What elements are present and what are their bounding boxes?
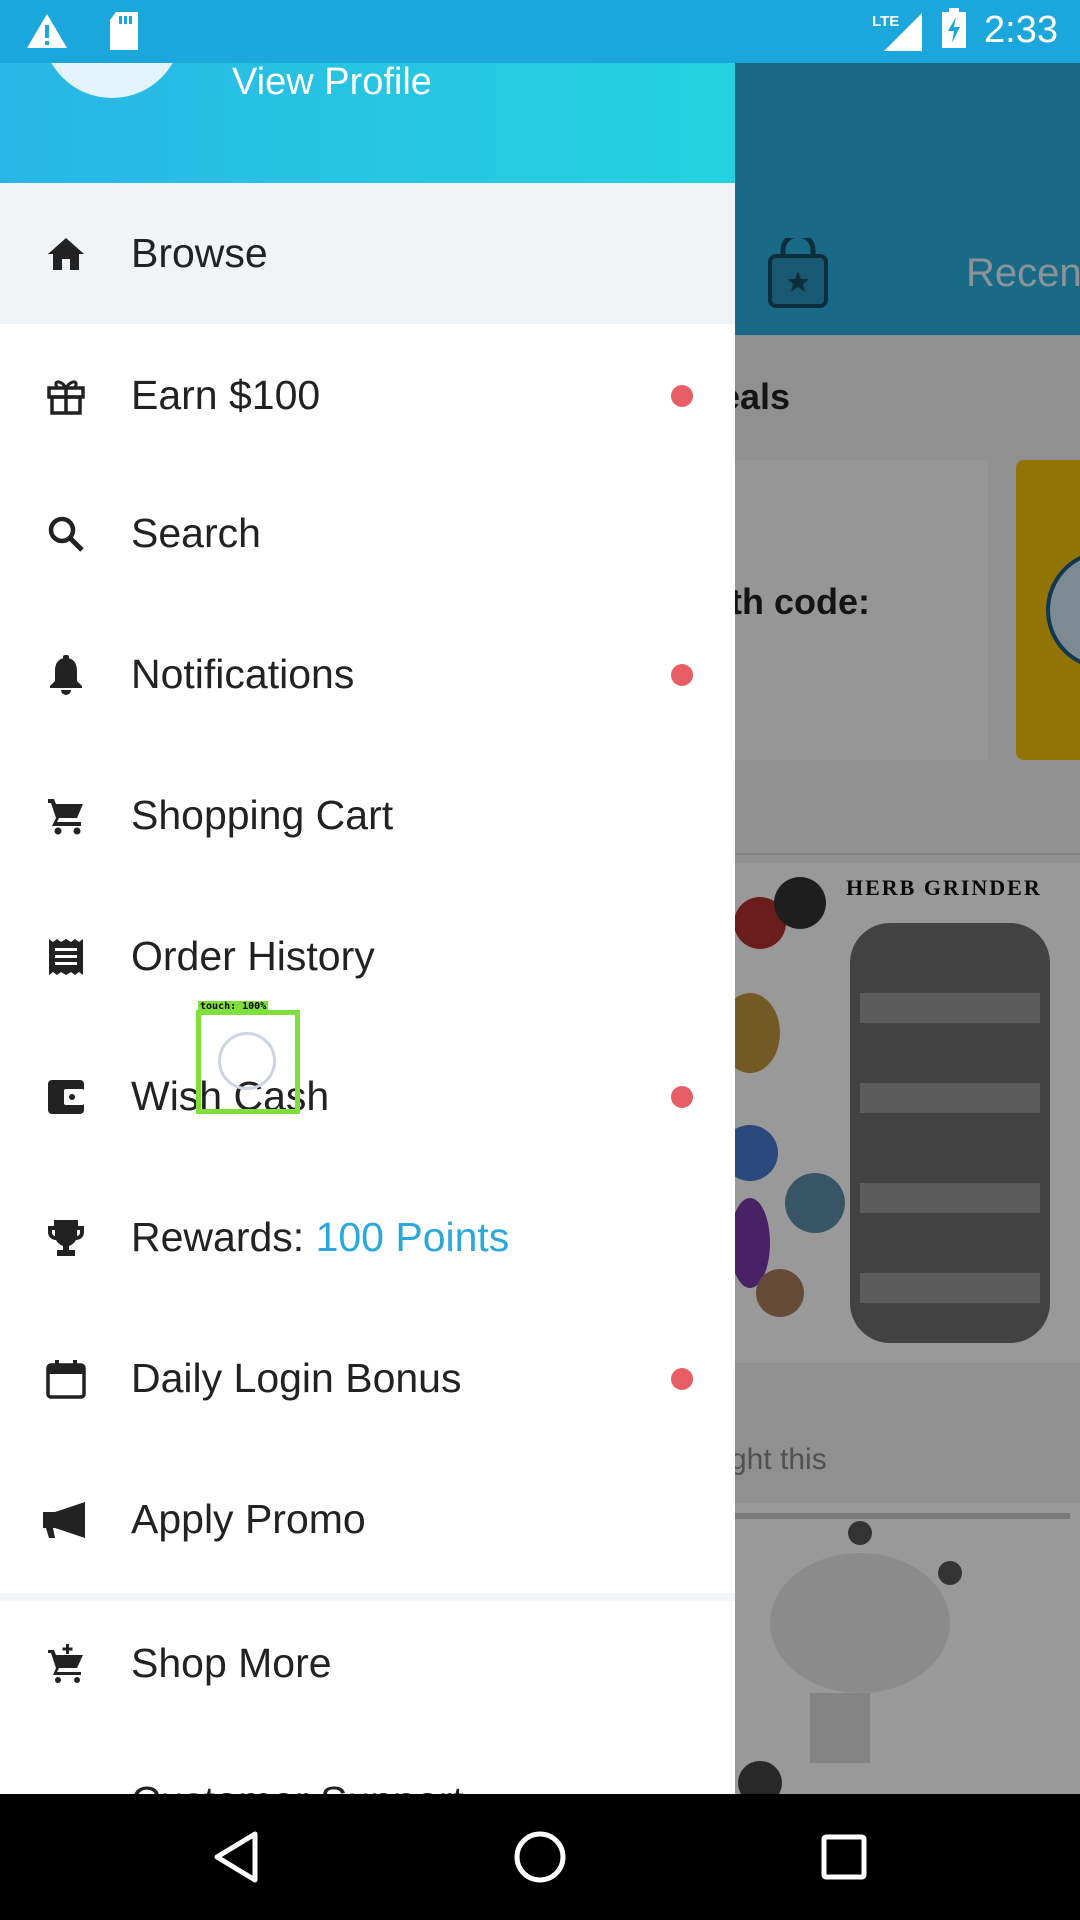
trophy-icon (44, 1216, 88, 1260)
menu-item-label: Notifications (131, 651, 355, 697)
menu-item-wish-cash[interactable]: Wish Cash (0, 1026, 735, 1167)
menu-item-apply-promo[interactable]: Apply Promo (0, 1449, 735, 1590)
menu-item-customer-support-partial[interactable]: Customer Support (131, 1778, 464, 1794)
search-icon (44, 512, 88, 556)
status-bar: LTE 2:33 (0, 0, 1080, 63)
navigation-drawer: View Profile Browse Earn $100 Search Not… (0, 63, 735, 1794)
menu-item-earn[interactable]: Earn $100 (0, 325, 735, 466)
avatar[interactable] (42, 63, 182, 98)
add-cart-icon (44, 1642, 88, 1686)
status-bar-left (26, 12, 140, 55)
rewards-label: Rewards: (131, 1214, 316, 1260)
menu-item-label: Browse (131, 230, 268, 276)
menu-item-label: Shopping Cart (131, 792, 394, 838)
drawer-header: View Profile (0, 63, 735, 183)
menu-item-search[interactable]: Search (0, 463, 735, 604)
menu-item-label: Shop More (131, 1640, 332, 1686)
menu-item-notifications[interactable]: Notifications (0, 604, 735, 745)
notification-badge (671, 1085, 693, 1108)
menu-item-label: Earn $100 (131, 372, 321, 418)
signal-icon: LTE (872, 11, 924, 51)
warning-icon (26, 13, 68, 54)
status-bar-right: LTE 2:33 (872, 8, 1058, 53)
touch-indicator-circle (218, 1032, 276, 1090)
rewards-points: 100 Points (315, 1214, 510, 1260)
notification-badge (671, 1367, 693, 1390)
battery-charging-icon (942, 8, 967, 53)
menu-item-label: Order History (131, 933, 375, 979)
wallet-icon (44, 1075, 88, 1119)
system-navigation-bar (0, 1794, 1080, 1920)
receipt-icon (44, 935, 88, 979)
view-profile-link[interactable]: View Profile (232, 63, 432, 101)
cart-icon (44, 794, 88, 838)
notification-badge (671, 663, 693, 686)
home-icon (44, 232, 88, 276)
recents-icon[interactable] (811, 1824, 877, 1890)
bell-icon (44, 653, 88, 697)
menu-item-daily-login-bonus[interactable]: Daily Login Bonus (0, 1308, 735, 1449)
calendar-icon (44, 1357, 88, 1401)
menu-item-label: Rewards: 100 Points (131, 1214, 509, 1261)
menu-item-label: Apply Promo (131, 1496, 366, 1542)
menu-item-shop-more[interactable]: Shop More (0, 1593, 735, 1734)
home-circle-icon[interactable] (507, 1824, 573, 1890)
menu-item-label: Daily Login Bonus (131, 1355, 462, 1401)
gift-icon (44, 374, 88, 418)
menu-item-rewards[interactable]: Rewards: 100 Points (0, 1167, 735, 1308)
menu-item-browse[interactable]: Browse (0, 183, 735, 324)
menu-item-shopping-cart[interactable]: Shopping Cart (0, 745, 735, 886)
sd-card-icon (108, 12, 140, 55)
megaphone-icon (40, 1498, 92, 1542)
back-icon[interactable] (203, 1824, 269, 1890)
menu-item-order-history[interactable]: Order History (0, 886, 735, 1027)
clock: 2:33 (984, 9, 1058, 51)
notification-badge (671, 384, 693, 407)
menu-item-label: Search (131, 510, 261, 556)
